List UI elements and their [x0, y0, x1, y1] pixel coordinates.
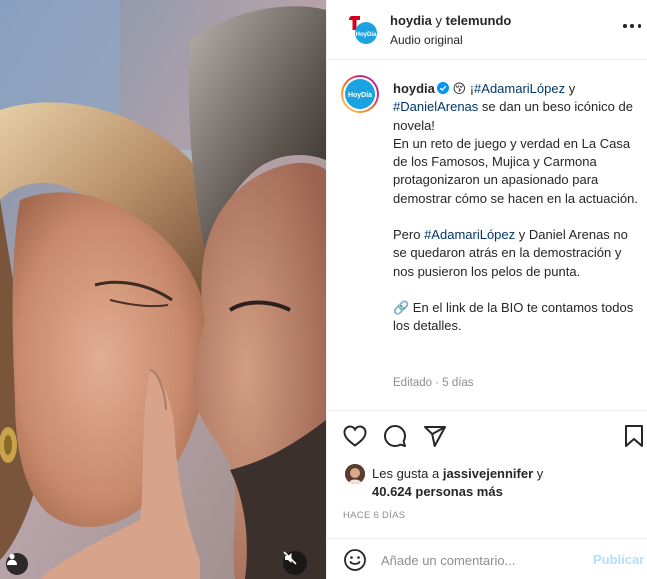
account-avatar[interactable]: HoyDía [345, 12, 379, 46]
emoji-smiley-icon [344, 549, 366, 571]
more-dot-icon [623, 24, 627, 28]
share-icon [424, 426, 446, 447]
more-options-button[interactable] [623, 24, 641, 30]
post-actions [327, 410, 647, 460]
hashtag-link[interactable]: #AdamariLópez [474, 81, 565, 96]
hoydia-telemundo-logo-icon: HoyDía [345, 12, 379, 46]
account-name-link[interactable]: hoydia [390, 13, 432, 28]
emoji-picker-button[interactable] [343, 548, 367, 572]
caption-open-mark: ¡ [466, 81, 475, 96]
video-frame [0, 0, 326, 579]
kissing-face-emoji: 😚 [452, 81, 467, 96]
like-button[interactable] [342, 423, 368, 449]
verified-badge-icon [436, 82, 449, 94]
caption-paragraph-3: 🔗 En el link de la BIO te contamos todos… [393, 299, 634, 334]
audio-toggle-button[interactable] [283, 551, 307, 575]
post-media-video[interactable] [0, 0, 326, 579]
hashtag-link[interactable]: #DanielArenas [393, 99, 478, 114]
bookmark-icon [625, 425, 643, 447]
user-tag-button[interactable] [6, 553, 28, 575]
liker-avatar[interactable] [345, 464, 365, 484]
publish-comment-button[interactable]: Publicar [593, 552, 644, 567]
collaborator-name-link[interactable]: telemundo [446, 13, 512, 28]
caption-first-line: hoydia 😚 ¡#AdamariLópez y #DanielArenas … [393, 80, 641, 135]
audio-muted-icon [283, 551, 297, 565]
caption-p2-prefix: Pero [393, 227, 425, 243]
comment-input[interactable] [381, 549, 581, 571]
likes-count-link[interactable]: 40.624 personas más [372, 484, 503, 499]
save-button[interactable] [621, 423, 647, 449]
caption-area: HoyDía hoydia 😚 ¡#AdamariLópez y #Daniel… [327, 61, 647, 409]
post-caption: hoydia 😚 ¡#AdamariLópez y #DanielArenas … [393, 80, 641, 336]
comment-button[interactable] [382, 423, 408, 449]
heart-icon [343, 425, 367, 447]
edited-timestamp: Editado · 5 días [393, 377, 474, 389]
likes-connector: y [533, 466, 544, 481]
hoydia-logo-text: HoyDía [348, 92, 372, 99]
caption-connector: y [565, 81, 576, 96]
likes-prefix: Les gusta a [372, 466, 443, 481]
hashtag-link[interactable]: #AdamariLópez [424, 227, 515, 242]
more-dot-icon [630, 24, 634, 28]
post-side-panel: HoyDía hoydia y telemundo Audio original [326, 0, 647, 579]
share-button[interactable] [422, 423, 448, 449]
user-tag-icon [7, 553, 17, 565]
post-authors: hoydia y telemundo [390, 13, 511, 28]
caption-paragraph-1: En un reto de juego y verdad en La Casa … [393, 135, 638, 206]
caption-avatar[interactable]: HoyDía [340, 74, 380, 114]
hoydia-story-ring-icon: HoyDía [341, 75, 379, 113]
post-header: HoyDía hoydia y telemundo Audio original [327, 0, 647, 60]
post-time-ago[interactable]: HACE 6 DÍAS [343, 510, 405, 521]
comment-icon [384, 425, 406, 447]
more-dot-icon [637, 24, 641, 28]
comment-bar: Publicar [327, 538, 647, 579]
caption-username-link[interactable]: hoydia [393, 81, 435, 96]
authors-separator: y [431, 13, 446, 28]
likes-text: Les gusta a jassivejennifer y [372, 466, 543, 481]
liker-photo-icon [345, 464, 365, 484]
liker-username-link[interactable]: jassivejennifer [443, 466, 533, 481]
audio-label-link[interactable]: Audio original [390, 33, 463, 47]
likes-summary: Les gusta a jassivejennifer y 40.624 per… [327, 460, 647, 508]
caption-paragraph-2: Pero #AdamariLópez y Daniel Arenas no se… [393, 226, 641, 281]
svg-text:HoyDía: HoyDía [356, 32, 377, 38]
